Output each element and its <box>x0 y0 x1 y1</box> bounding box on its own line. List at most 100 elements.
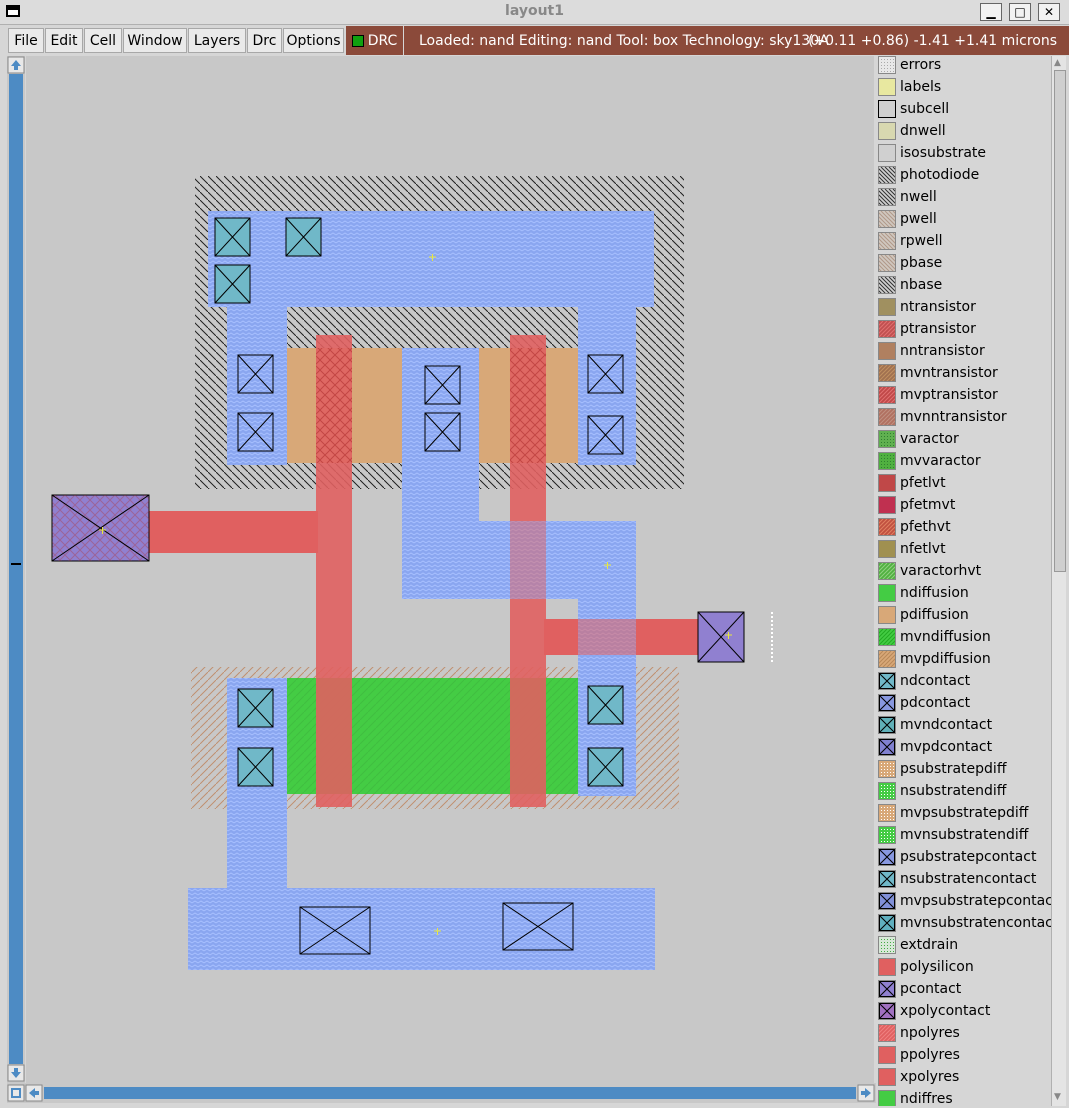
layer-item-ndiffusion[interactable]: ndiffusion <box>878 582 969 604</box>
layer-item-npolyres[interactable]: npolyres <box>878 1022 960 1044</box>
layer-item-psubstratepcontact[interactable]: psubstratepcontact <box>878 846 1036 868</box>
layer-item-ndiffres[interactable]: ndiffres <box>878 1088 953 1106</box>
pdiffusion-swatch-icon <box>878 606 896 624</box>
layer-item-pfethvt[interactable]: pfethvt <box>878 516 951 538</box>
horizontal-scrollbar[interactable] <box>7 1083 877 1103</box>
layout-canvas[interactable] <box>26 56 874 1083</box>
layer-item-mvnntransistor[interactable]: mvnntransistor <box>878 406 1007 428</box>
layer-item-subcell[interactable]: subcell <box>878 98 949 120</box>
layer-item-mvpdcontact[interactable]: mvpdcontact <box>878 736 992 758</box>
layer-item-mvnsubstratencontact[interactable]: mvnsubstratencontact <box>878 912 1051 934</box>
layer-item-pdiffusion[interactable]: pdiffusion <box>878 604 969 626</box>
mvpsubstratepdiff-swatch-icon <box>878 804 896 822</box>
layer-item-mvndcontact[interactable]: mvndcontact <box>878 714 992 736</box>
horizontal-scroll-thumb[interactable] <box>44 1087 856 1099</box>
menu-cell[interactable]: Cell <box>84 28 122 53</box>
layer-item-photodiode[interactable]: photodiode <box>878 164 979 186</box>
drc-button[interactable]: DRC <box>346 26 403 55</box>
layer-item-pwell[interactable]: pwell <box>878 208 937 230</box>
layout-drawing[interactable] <box>26 56 874 1083</box>
window-titlebar: layout1 ▁ □ ✕ <box>0 0 1069 25</box>
nwell-swatch-icon <box>878 188 896 206</box>
layer-item-ptransistor[interactable]: ptransistor <box>878 318 976 340</box>
ndiffres-swatch-icon <box>878 1090 896 1106</box>
minimize-button[interactable]: ▁ <box>980 3 1002 21</box>
vertical-scroll-thumb[interactable] <box>9 74 23 1064</box>
palette-scroll-up-icon[interactable]: ▲ <box>1054 58 1064 68</box>
poly-contact-input-b[interactable] <box>697 611 745 663</box>
scroll-left-icon[interactable] <box>25 1084 43 1102</box>
layer-item-mvntransistor[interactable]: mvntransistor <box>878 362 998 384</box>
layer-item-nntransistor[interactable]: nntransistor <box>878 340 985 362</box>
palette-scroll-thumb[interactable] <box>1054 70 1066 572</box>
layer-item-mvptransistor[interactable]: mvptransistor <box>878 384 998 406</box>
layer-name: pcontact <box>900 981 962 997</box>
layer-item-labels[interactable]: labels <box>878 76 941 98</box>
layer-name: mvptransistor <box>900 387 998 403</box>
menu-window[interactable]: Window <box>123 28 187 53</box>
layer-name: ntransistor <box>900 299 976 315</box>
menu-file[interactable]: File <box>8 28 44 53</box>
pdcontact-swatch-icon <box>878 694 896 712</box>
layer-item-nwell[interactable]: nwell <box>878 186 937 208</box>
layer-item-ppolyres[interactable]: ppolyres <box>878 1044 960 1066</box>
scroll-down-icon[interactable] <box>7 1064 25 1082</box>
layer-item-nbase[interactable]: nbase <box>878 274 942 296</box>
palette-scroll-down-icon[interactable]: ▼ <box>1054 1092 1064 1102</box>
layer-item-dnwell[interactable]: dnwell <box>878 120 946 142</box>
layer-item-polysilicon[interactable]: polysilicon <box>878 956 974 978</box>
nsubstratendiff-swatch-icon <box>878 782 896 800</box>
layer-item-mvvaractor[interactable]: mvvaractor <box>878 450 981 472</box>
close-button[interactable]: ✕ <box>1038 3 1060 21</box>
menu-options[interactable]: Options <box>283 28 344 53</box>
layer-name: pfetlvt <box>900 475 946 491</box>
layer-item-mvpsubstratepcontact[interactable]: mvpsubstratepcontact <box>878 890 1051 912</box>
layer-item-pdcontact[interactable]: pdcontact <box>878 692 970 714</box>
layer-item-mvpsubstratepdiff[interactable]: mvpsubstratepdiff <box>878 802 1028 824</box>
layer-item-mvndiffusion[interactable]: mvndiffusion <box>878 626 991 648</box>
maximize-button[interactable]: □ <box>1009 3 1031 21</box>
pcontact-swatch-icon <box>878 980 896 998</box>
layer-item-pfetlvt[interactable]: pfetlvt <box>878 472 946 494</box>
isosubstrate-swatch-icon <box>878 144 896 162</box>
layer-item-pcontact[interactable]: pcontact <box>878 978 961 1000</box>
scroll-right-icon[interactable] <box>857 1084 875 1102</box>
layer-item-varactor[interactable]: varactor <box>878 428 959 450</box>
menu-edit[interactable]: Edit <box>45 28 83 53</box>
layer-name: mvvaractor <box>900 453 981 469</box>
layer-item-nsubstratendiff[interactable]: nsubstratendiff <box>878 780 1006 802</box>
layer-item-mvnsubstratendiff[interactable]: mvnsubstratendiff <box>878 824 1028 846</box>
layer-item-varactorhvt[interactable]: varactorhvt <box>878 560 981 582</box>
layer-item-nfetlvt[interactable]: nfetlvt <box>878 538 946 560</box>
layer-item-nsubstratencontact[interactable]: nsubstratencontact <box>878 868 1036 890</box>
menu-layers[interactable]: Layers <box>188 28 246 53</box>
mvpsubstratepcontact-swatch-icon <box>878 892 896 910</box>
layer-name: npolyres <box>900 1025 960 1041</box>
layer-item-pbase[interactable]: pbase <box>878 252 942 274</box>
layer-item-xpolyres[interactable]: xpolyres <box>878 1066 959 1088</box>
layer-name: psubstratepcontact <box>900 849 1037 865</box>
ndcontact-swatch-icon <box>878 672 896 690</box>
layer-item-ntransistor[interactable]: ntransistor <box>878 296 976 318</box>
layer-item-mvpdiffusion[interactable]: mvpdiffusion <box>878 648 991 670</box>
layer-name: polysilicon <box>900 959 974 975</box>
layer-item-errors[interactable]: errors <box>878 56 941 76</box>
scroll-up-icon[interactable] <box>7 56 25 74</box>
mvpdcontact-swatch-icon <box>878 738 896 756</box>
layer-item-isosubstrate[interactable]: isosubstrate <box>878 142 986 164</box>
menu-drc[interactable]: Drc <box>247 28 282 53</box>
layer-item-rpwell[interactable]: rpwell <box>878 230 943 252</box>
zoom-box-icon[interactable] <box>7 1084 25 1102</box>
ppolyres-swatch-icon <box>878 1046 896 1064</box>
vertical-scrollbar[interactable] <box>7 56 25 1084</box>
layer-item-psubstratepdiff[interactable]: psubstratepdiff <box>878 758 1006 780</box>
layer-item-ndcontact[interactable]: ndcontact <box>878 670 970 692</box>
layer-item-pfetmvt[interactable]: pfetmvt <box>878 494 955 516</box>
layer-item-extdrain[interactable]: extdrain <box>878 934 958 956</box>
layer-palette-scrollbar[interactable]: ▲ ▼ <box>1051 56 1066 1106</box>
psubstratepdiff-swatch-icon <box>878 760 896 778</box>
layer-item-xpolycontact[interactable]: xpolycontact <box>878 1000 990 1022</box>
layer-name: isosubstrate <box>900 145 987 161</box>
pfethvt-swatch-icon <box>878 518 896 536</box>
poly-contact-input-a[interactable] <box>51 494 150 562</box>
